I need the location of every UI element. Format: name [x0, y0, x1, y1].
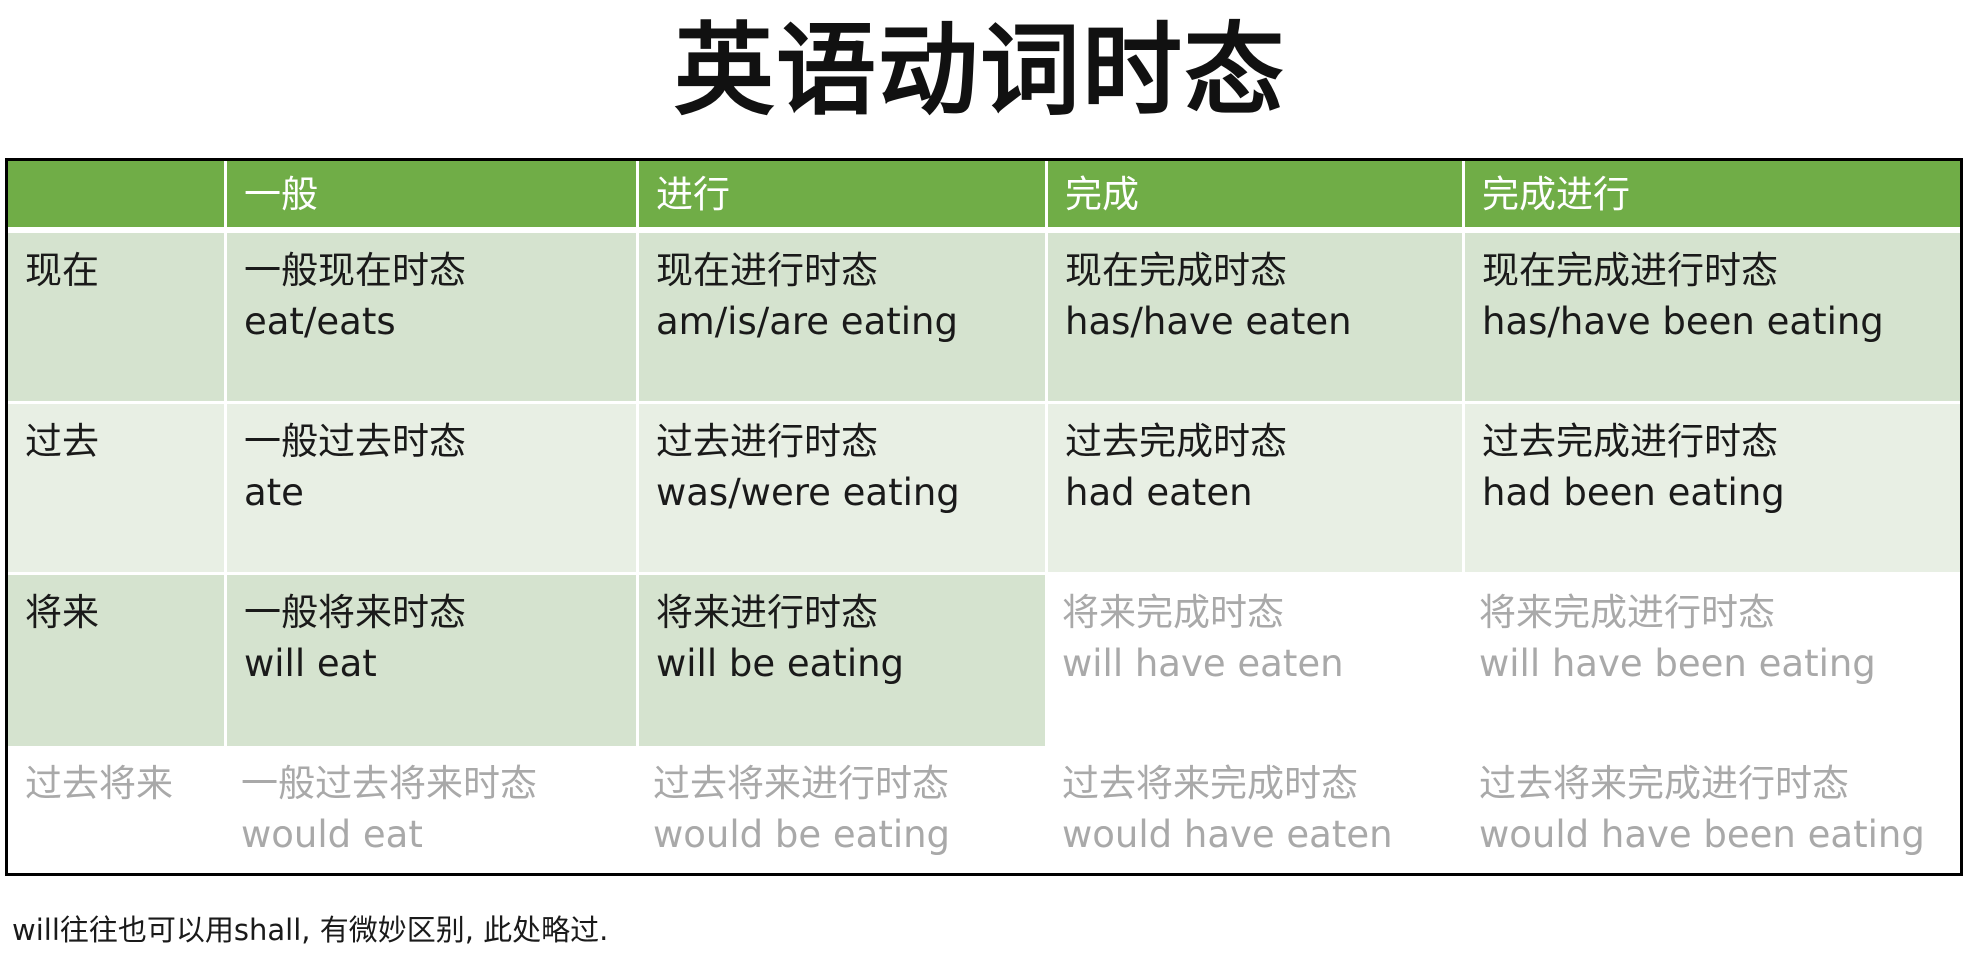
tense-form: would eat	[241, 813, 423, 856]
tense-form: has/have eaten	[1065, 300, 1352, 343]
tense-form: had eaten	[1065, 471, 1253, 514]
tense-name: 过去完成时态	[1065, 420, 1287, 463]
tense-form: am/is/are eating	[656, 300, 958, 343]
header-perfect-progressive: 完成进行	[1462, 161, 1960, 233]
cell-future-perfect: 将来完成时态 will have eaten	[1045, 575, 1462, 746]
tense-name: 一般过去时态	[244, 420, 466, 463]
cell-future-simple: 一般将来时态 will eat	[224, 575, 636, 746]
cell-future-in-past-simple: 一般过去将来时态 would eat	[224, 746, 636, 873]
cell-future-in-past-perfect-progressive: 过去将来完成进行时态 would have been eating	[1462, 746, 1960, 873]
tense-name: 过去将来完成进行时态	[1479, 762, 1849, 805]
tense-form: would have been eating	[1479, 813, 1925, 856]
tense-form: would be eating	[653, 813, 951, 856]
row-label-present: 现在	[8, 233, 224, 404]
cell-present-progressive: 现在进行时态 am/is/are eating	[636, 233, 1045, 404]
tense-form: had been eating	[1482, 471, 1785, 514]
tense-name: 将来完成进行时态	[1479, 591, 1775, 634]
tense-name: 过去完成进行时态	[1482, 420, 1778, 463]
tense-form: will have been eating	[1479, 642, 1876, 685]
header-simple: 一般	[224, 161, 636, 233]
tense-form: eat/eats	[244, 300, 396, 343]
tense-name: 一般现在时态	[244, 249, 466, 292]
header-corner-cell	[8, 161, 224, 233]
tense-name: 将来进行时态	[656, 591, 878, 634]
page-title: 英语动词时态	[674, 11, 1286, 129]
tense-name: 现在进行时态	[656, 249, 878, 292]
cell-present-simple: 一般现在时态 eat/eats	[224, 233, 636, 404]
tense-name: 过去将来进行时态	[653, 762, 949, 805]
cell-present-perfect: 现在完成时态 has/have eaten	[1045, 233, 1462, 404]
cell-future-in-past-perfect: 过去将来完成时态 would have eaten	[1045, 746, 1462, 873]
tense-form: would have eaten	[1062, 813, 1393, 856]
tense-name: 将来完成时态	[1062, 591, 1284, 634]
footnote: will往往也可以用shall, 有微妙区别, 此处略过.	[12, 913, 609, 947]
header-progressive: 进行	[636, 161, 1045, 233]
tense-name: 现在完成时态	[1065, 249, 1287, 292]
cell-past-perfect-progressive: 过去完成进行时态 had been eating	[1462, 404, 1960, 575]
cell-future-perfect-progressive: 将来完成进行时态 will have been eating	[1462, 575, 1960, 746]
tense-name: 一般过去将来时态	[241, 762, 537, 805]
row-label-past: 过去	[8, 404, 224, 575]
tense-form: will eat	[244, 642, 377, 685]
row-label-future: 将来	[8, 575, 224, 746]
tense-form: has/have been eating	[1482, 300, 1884, 343]
tense-name: 现在完成进行时态	[1482, 249, 1778, 292]
tense-form: will be eating	[656, 642, 905, 685]
tense-form: will have eaten	[1062, 642, 1344, 685]
cell-past-simple: 一般过去时态 ate	[224, 404, 636, 575]
tense-table: 一般 进行 完成 完成进行 现在 一般现在时态 eat/eats 现在进行时态 …	[5, 158, 1963, 876]
tense-name: 一般将来时态	[244, 591, 466, 634]
cell-future-progressive: 将来进行时态 will be eating	[636, 575, 1045, 746]
tense-form: ate	[244, 471, 304, 514]
cell-present-perfect-progressive: 现在完成进行时态 has/have been eating	[1462, 233, 1960, 404]
cell-future-in-past-progressive: 过去将来进行时态 would be eating	[636, 746, 1045, 873]
cell-past-perfect: 过去完成时态 had eaten	[1045, 404, 1462, 575]
tense-name: 过去进行时态	[656, 420, 878, 463]
cell-past-progressive: 过去进行时态 was/were eating	[636, 404, 1045, 575]
tense-form: was/were eating	[656, 471, 960, 514]
tense-name: 过去将来完成时态	[1062, 762, 1358, 805]
header-perfect: 完成	[1045, 161, 1462, 233]
row-label-future-in-past: 过去将来	[8, 746, 224, 873]
